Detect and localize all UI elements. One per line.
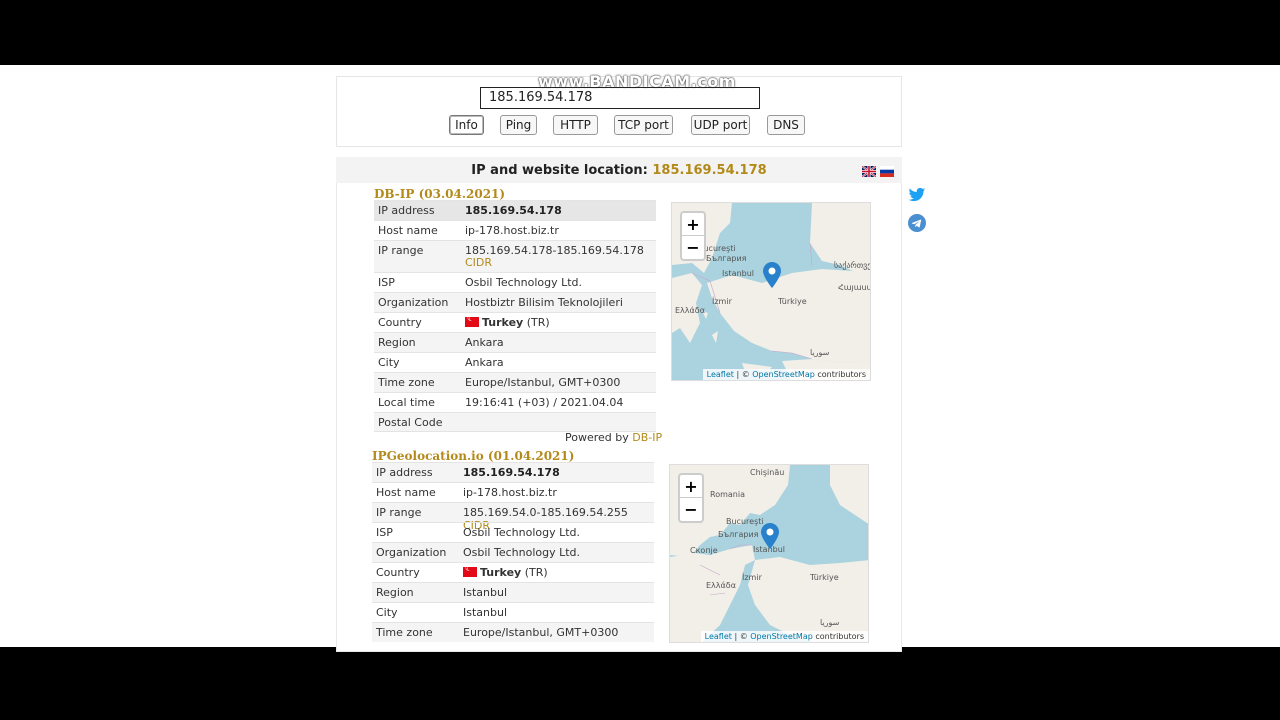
map-marker-icon[interactable] <box>761 523 779 549</box>
map-label: Türkiye <box>810 573 839 582</box>
table-row: City Ankara <box>374 352 656 372</box>
table-row: Time zone Europe/Istanbul, GMT+0300 <box>374 372 656 392</box>
zoom-out-button[interactable]: − <box>682 236 704 259</box>
map-label: Հայաստան <box>838 283 870 292</box>
cidr-link[interactable]: CIDR <box>465 256 492 269</box>
tab-ping[interactable]: Ping <box>500 115 537 135</box>
map-ipgeo[interactable]: Chişinău Romania Bucureşti България Скоп… <box>669 464 869 643</box>
telegram-icon[interactable] <box>908 214 926 232</box>
table-row: Organization Osbil Technology Ltd. <box>372 542 654 562</box>
leaflet-link[interactable]: Leaflet <box>707 370 734 379</box>
tab-udp-port[interactable]: UDP port <box>691 115 750 135</box>
table-row: Host name ip-178.host.biz.tr <box>372 482 654 502</box>
table-row: City Istanbul <box>372 602 654 622</box>
table-row: CountryTurkey (TR) <box>372 562 654 582</box>
table-row: Time zone Europe/Istanbul, GMT+0300 <box>372 622 654 642</box>
powered-by: Powered by DB-IP <box>565 431 663 444</box>
tab-http[interactable]: HTTP <box>553 115 598 135</box>
map-label: Ελλάδα <box>675 306 705 315</box>
table-row: Postal Code <box>374 412 656 432</box>
map-label: საქართველო <box>834 261 871 270</box>
turkey-flag-icon <box>463 564 477 577</box>
twitter-icon[interactable] <box>908 186 926 204</box>
map-label: İzmir <box>712 297 732 306</box>
bandicam-watermark: www.BANDICAM.com <box>538 72 736 91</box>
ipgeo-title: IPGeolocation.io (01.04.2021) <box>372 449 575 463</box>
zoom-in-button[interactable]: + <box>680 475 702 498</box>
turkey-flag-icon <box>465 314 479 327</box>
table-row: Region Ankara <box>374 332 656 352</box>
screen: 185.169.54.178 Info Ping HTTP TCP port U… <box>0 0 1280 720</box>
tab-info[interactable]: Info <box>449 115 484 135</box>
map-attribution: Leaflet | © OpenStreetMap contributors <box>700 631 868 642</box>
zoom-in-button[interactable]: + <box>682 213 704 236</box>
page-title: IP and website location: 185.169.54.178 <box>336 163 902 178</box>
map-zoom-control: + − <box>678 473 704 523</box>
tab-tcp-port[interactable]: TCP port <box>614 115 673 135</box>
osm-link[interactable]: OpenStreetMap <box>752 370 815 379</box>
map-label: Bucureşti <box>726 517 764 526</box>
english-flag-icon[interactable] <box>862 166 876 177</box>
map-dbip[interactable]: Bucureşti България Istanbul İzmir Türkiy… <box>671 202 871 381</box>
table-row: ISP Osbil Technology Ltd. <box>372 522 654 542</box>
map-label: Türkiye <box>778 297 807 306</box>
table-row: IP address 185.169.54.178 <box>372 462 654 482</box>
table-row: IP address 185.169.54.178 <box>374 200 656 220</box>
map-label: Romania <box>710 490 745 499</box>
map-label: سوريا <box>820 618 840 627</box>
map-label: Скопје <box>690 546 718 555</box>
dbip-table: IP address 185.169.54.178 Host name ip-178… <box>374 200 656 432</box>
map-label: Chişinău <box>750 468 785 477</box>
table-row: CountryTurkey (TR) <box>374 312 656 332</box>
osm-link[interactable]: OpenStreetMap <box>750 632 813 641</box>
table-row: Local time 19:16:41 (+03) / 2021.04.04 <box>374 392 656 412</box>
map-zoom-control: + − <box>680 211 706 261</box>
zoom-out-button[interactable]: − <box>680 498 702 521</box>
dbip-title: DB-IP (03.04.2021) <box>374 187 506 201</box>
table-row: Organization Hostbiztr Bilisim Teknolojil… <box>374 292 656 312</box>
page-title-prefix: IP and website location: <box>471 163 653 178</box>
table-row: IP range 185.169.54.178-185.169.54.178 CID… <box>374 240 656 272</box>
map-label: България <box>706 254 747 263</box>
russian-flag-icon[interactable] <box>880 166 894 177</box>
map-label: България <box>718 530 759 539</box>
map-attribution: Leaflet | © OpenStreetMap contributors <box>702 369 870 380</box>
table-row: IP range 185.169.54.0-185.169.54.255 CIDR <box>372 502 654 532</box>
page-title-ip: 185.169.54.178 <box>652 163 767 178</box>
map-marker-icon[interactable] <box>763 262 781 288</box>
map-label: Istanbul <box>722 269 755 278</box>
map-label: سوريا <box>810 348 830 357</box>
map-label: İzmir <box>742 573 762 582</box>
map-label: Ελλάδα <box>706 581 736 590</box>
dbip-link[interactable]: DB-IP <box>632 431 662 444</box>
tab-dns[interactable]: DNS <box>767 115 805 135</box>
table-row: Host name ip-178.host.biz.tr <box>374 220 656 240</box>
table-row: ISP Osbil Technology Ltd. <box>374 272 656 292</box>
table-row: Region Istanbul <box>372 582 654 602</box>
leaflet-link[interactable]: Leaflet <box>705 632 732 641</box>
ipgeo-table: IP address 185.169.54.178 Host name ip-178… <box>372 462 654 642</box>
